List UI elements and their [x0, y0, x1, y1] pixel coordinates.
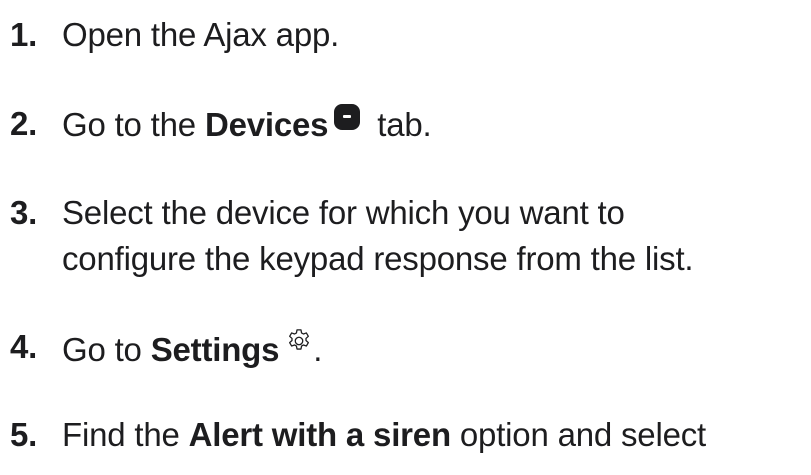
step-number: 2.: [10, 105, 38, 142]
step-text-post: tab.: [368, 106, 432, 143]
step-text-post: .: [313, 331, 323, 368]
step-text-pre: Go to the: [62, 106, 205, 143]
step-text: Find the Alert with a siren option and s…: [62, 415, 706, 455]
step-3-continuation: configure the keypad response from the l…: [62, 240, 694, 277]
alert-with-siren-label: Alert with a siren: [188, 416, 452, 453]
step-number: 3.: [10, 194, 38, 231]
step-text: Go to Settings.: [62, 327, 322, 370]
devices-tab-icon: [334, 104, 361, 130]
step-text: Open the Ajax app.: [62, 16, 340, 53]
gear-icon: [289, 329, 310, 350]
step-number: 1.: [10, 16, 38, 53]
settings-label: Settings: [150, 331, 280, 368]
devices-tab-label: Devices: [204, 106, 329, 143]
step-text-post: option and select: [450, 416, 707, 453]
step-text-line-1: Select the device for which you want to: [62, 194, 625, 231]
step-number: 5.: [10, 416, 38, 453]
step-number: 4.: [10, 328, 38, 365]
step-text: Go to the Devices tab.: [62, 104, 432, 145]
step-text-pre: Go to: [62, 331, 151, 368]
step-text-pre: Find the: [62, 416, 189, 453]
